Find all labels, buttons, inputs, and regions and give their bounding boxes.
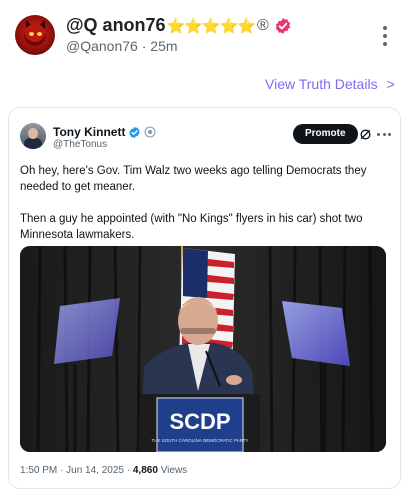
more-vertical-icon[interactable] (381, 26, 389, 46)
handle-separator: · (141, 38, 147, 54)
video-scene: SCDP THE SOUTH CAROLINA DEMOCRATIC PARTY (20, 246, 386, 452)
user-handle[interactable]: @Qanon76 (66, 38, 138, 54)
tweet-timestamp[interactable]: 1:50 PM · Jun 14, 2025 (20, 465, 124, 476)
tweet-author-name[interactable]: Tony Kinnett (53, 125, 156, 139)
tweet-author-handle[interactable]: @TheTonus (53, 139, 107, 150)
views-count: 4,860 (132, 465, 158, 476)
podium-sign: SCDP (169, 409, 230, 434)
tweet-meta: 1:50 PM · Jun 14, 2025 · 4,860 Views (20, 465, 187, 476)
video-thumbnail[interactable]: SCDP THE SOUTH CAROLINA DEMOCRATIC PARTY (20, 246, 386, 452)
embedded-tweet-card[interactable]: Tony Kinnett @TheTonus Promote Oh hey, h… (8, 107, 401, 489)
avatar-face (24, 24, 46, 46)
promote-button[interactable]: Promote (293, 124, 358, 144)
post-time[interactable]: 25m (150, 38, 177, 54)
grok-icon[interactable] (359, 128, 372, 141)
tweet-paragraph-1: Oh hey, here's Gov. Tim Walz two weeks a… (20, 165, 367, 193)
avatar-eye-right (37, 32, 42, 36)
more-horizontal-icon[interactable] (377, 133, 391, 137)
avatar[interactable] (15, 15, 55, 55)
meta-separator: · (126, 465, 131, 476)
verified-badge-icon (275, 17, 290, 34)
handle-line: @Qanon76 · 25m (66, 38, 178, 54)
tweet-author-avatar[interactable] (20, 123, 46, 149)
tweet-text: Oh hey, here's Gov. Tim Walz two weeks a… (20, 163, 392, 243)
tweet-author-name-text: Tony Kinnett (53, 125, 126, 139)
registered-mark: ® (256, 16, 269, 34)
gov-badge-icon (144, 126, 156, 138)
star-rating: ⭐⭐⭐⭐⭐ (166, 17, 256, 35)
views-label: Views (160, 465, 188, 476)
display-name[interactable]: @Q anon76 ⭐⭐⭐⭐⭐ ® (66, 15, 292, 36)
chevron-right-icon: > (386, 76, 395, 92)
display-name-text: @Q anon76 (66, 15, 166, 35)
blue-check-icon (129, 126, 141, 138)
avatar-eye-left (29, 32, 34, 36)
view-truth-details-link[interactable]: View Truth Details > (265, 76, 395, 92)
tweet-paragraph-2: Then a guy he appointed (with "No Kings"… (20, 213, 363, 241)
podium-subtext: THE SOUTH CAROLINA DEMOCRATIC PARTY (151, 438, 248, 443)
view-details-label: View Truth Details (265, 76, 378, 92)
post-header: @Q anon76 ⭐⭐⭐⭐⭐ ® @Qanon76 · 25m (0, 0, 407, 70)
